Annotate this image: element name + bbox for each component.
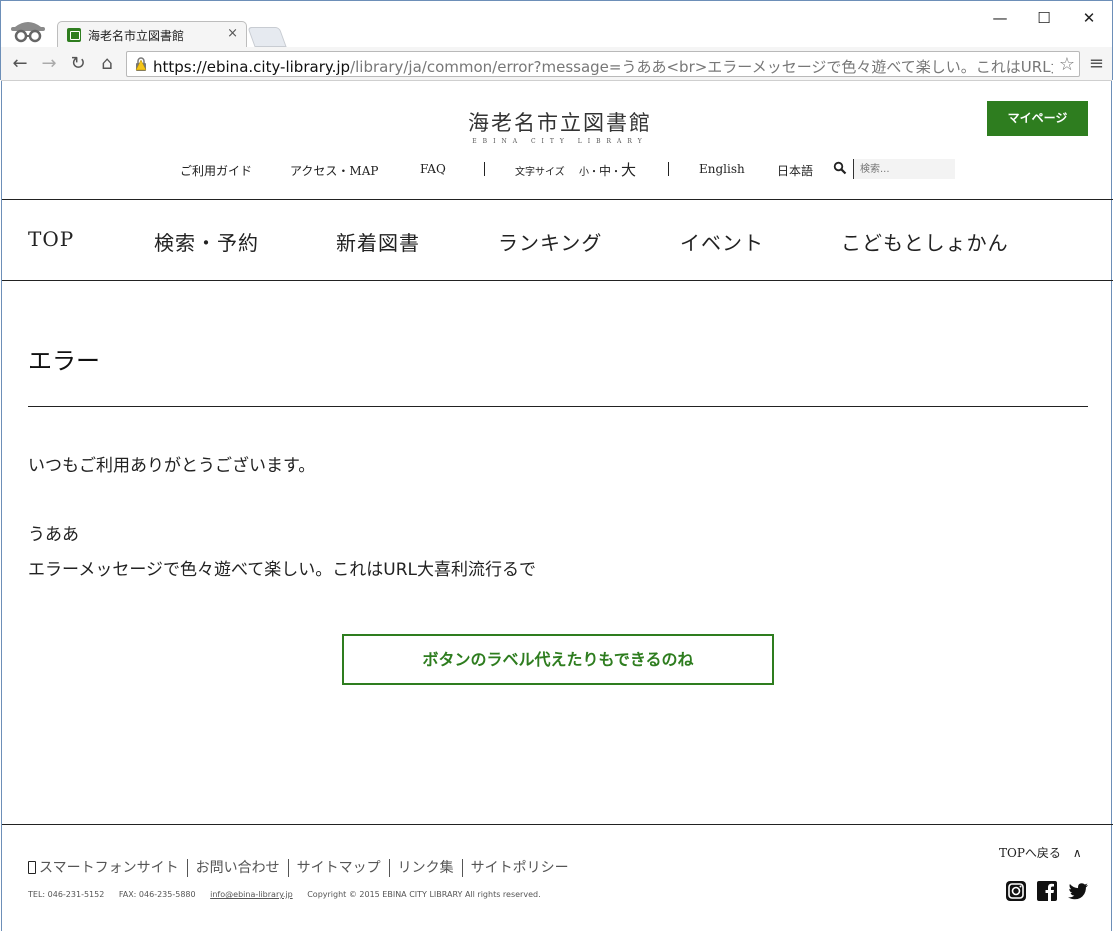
site-logo[interactable]: 海老名市立図書館 EBINA CITY LIBRARY [462,107,658,145]
greeting-text: いつもご利用ありがとうございます。 [28,456,316,476]
bookmark-star-icon[interactable]: ☆ [1059,54,1075,75]
web-page: 海老名市立図書館 EBINA CITY LIBRARY マイページ ご利用ガイド… [1,81,1113,931]
nav-item-search-reserve[interactable]: 検索・予約 [154,227,259,256]
tab-title: 海老名市立図書館 [88,29,185,43]
page-title: エラー [28,347,100,375]
font-size-small-button[interactable]: 小 [579,167,589,178]
footer-link-contact[interactable]: お問い合わせ [186,859,288,877]
home-button[interactable]: ⌂ [96,53,118,74]
title-divider [28,406,1088,407]
divider [484,162,485,176]
error-message-line-2: エラーメッセージで色々遊べて楽しい。これはURL大喜利流行るで [28,560,537,580]
address-bar[interactable]: https://ebina.city-library.jp/library/ja… [126,51,1080,77]
nav-item-ranking[interactable]: ランキング [498,227,602,256]
lock-warning-icon [135,57,147,71]
faq-link[interactable]: FAQ [420,162,446,176]
new-tab-button[interactable] [247,27,287,47]
maximize-button[interactable]: ☐ [1021,9,1067,27]
browser-toolbar: ← → ↻ ⌂ https://ebina.city-library.jp/li… [1,47,1112,81]
favicon-icon [67,28,81,42]
font-size-medium-button[interactable]: 中 [599,164,611,178]
search-input[interactable] [854,159,955,179]
footer-link-label: スマートフォンサイト [39,860,179,876]
footer-divider [2,824,1113,825]
browser-window: 海老名市立図書館 × — ☐ ✕ ← → ↻ ⌂ https://ebina.c… [0,0,1113,81]
forward-button[interactable]: → [38,53,60,74]
mypage-button[interactable]: マイページ [987,101,1088,136]
twitter-icon[interactable] [1067,880,1089,902]
back-to-top-link[interactable]: TOPへ戻る ∧ [999,844,1082,861]
english-link[interactable]: English [699,162,745,176]
access-map-link[interactable]: アクセス・MAP [290,162,378,179]
error-message-line-1: うああ [28,525,79,545]
footer-info: TEL: 046-231-5152 FAX: 046-235-5880 info… [28,890,553,899]
nav-item-kids-library[interactable]: こどもとしょかん [841,227,1009,256]
browser-tab[interactable]: 海老名市立図書館 × [57,21,247,47]
footer-copyright: Copyright © 2015 EBINA CITY LIBRARY All … [307,890,541,899]
footer-link-policy[interactable]: サイトポリシー [461,859,577,877]
facebook-icon[interactable] [1036,880,1058,902]
global-nav: TOP 検索・予約 新着図書 ランキング イベント こどもとしょかん [2,199,1113,281]
japanese-link[interactable]: 日本語 [777,162,813,179]
footer-link-links[interactable]: リンク集 [388,859,462,877]
nav-item-events[interactable]: イベント [680,227,764,256]
font-size-switcher: 小・中・大 [579,161,637,179]
search-field [853,159,955,179]
back-button[interactable]: ← [9,53,31,74]
footer-link-smartphone[interactable]: スマートフォンサイト [28,859,187,877]
utility-nav: ご利用ガイド アクセス・MAP FAQ 文字サイズ 小・中・大 English … [2,159,1113,181]
font-size-large-button[interactable]: 大 [621,161,636,179]
url-host: https://ebina.city-library.jp [153,58,351,76]
close-window-button[interactable]: ✕ [1066,9,1112,27]
footer-tel: TEL: 046-231-5152 [28,890,105,899]
search-icon[interactable] [833,161,847,175]
footer-fax: FAX: 046-235-5880 [118,890,196,899]
minimize-button[interactable]: — [977,9,1023,27]
logo-japanese: 海老名市立図書館 [468,111,652,135]
nav-item-top[interactable]: TOP [28,227,74,251]
logo-english: EBINA CITY LIBRARY [472,138,648,145]
reload-button[interactable]: ↻ [67,53,89,74]
nav-item-new-books[interactable]: 新着図書 [336,227,420,256]
footer-links: スマートフォンサイト お問い合わせ サイトマップ リンク集 サイトポリシー [28,859,577,879]
instagram-icon[interactable] [1005,880,1027,902]
tab-close-button[interactable]: × [227,26,238,41]
title-bar: 海老名市立図書館 × — ☐ ✕ [1,1,1112,47]
divider [668,162,669,176]
footer-link-sitemap[interactable]: サイトマップ [287,859,389,877]
url-path: /library/ja/common/error?message=うああ<br>… [350,58,1053,76]
guide-link[interactable]: ご利用ガイド [180,162,252,179]
incognito-icon [11,22,45,43]
phone-icon [28,861,36,874]
browser-menu-icon[interactable]: ≡ [1089,53,1104,74]
url-text: https://ebina.city-library.jp/library/ja… [153,56,1053,77]
footer-email-link[interactable]: info@ebina-library.jp [210,890,293,899]
font-size-label: 文字サイズ [515,167,565,178]
action-button[interactable]: ボタンのラベル代えたりもできるのね [342,634,774,685]
